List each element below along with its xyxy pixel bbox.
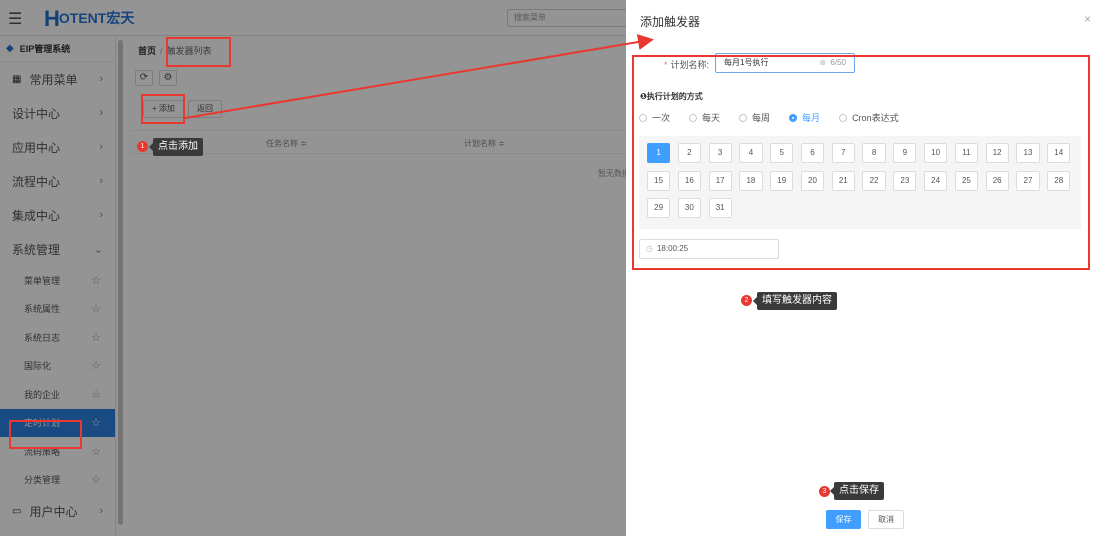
day-option-20[interactable]: 20 xyxy=(800,170,825,191)
save-button[interactable]: 保存 xyxy=(826,510,861,529)
day-option-7[interactable]: 7 xyxy=(831,143,855,163)
clear-icon[interactable]: ⊗ xyxy=(819,54,826,72)
cancel-button[interactable]: 取消 xyxy=(868,510,904,529)
day-option-30[interactable]: 30 xyxy=(677,198,701,218)
day-option-27[interactable]: 27 xyxy=(1016,170,1040,191)
execution-mode-radio-group: 一次 每天 每周 每月 Cron表达式 xyxy=(639,111,918,124)
day-option-24[interactable]: 24 xyxy=(924,170,948,191)
day-option-17[interactable]: 17 xyxy=(708,170,732,191)
day-option-3[interactable]: 3 xyxy=(708,143,732,163)
day-option-14[interactable]: 14 xyxy=(1047,143,1071,163)
day-option-26[interactable]: 26 xyxy=(985,170,1009,191)
day-option-13[interactable]: 13 xyxy=(1016,143,1040,163)
day-option-1[interactable]: 1 xyxy=(647,143,671,163)
day-option-10[interactable]: 10 xyxy=(924,143,948,163)
day-option-25[interactable]: 25 xyxy=(954,170,978,191)
day-option-16[interactable]: 16 xyxy=(677,170,701,191)
day-option-31[interactable]: 31 xyxy=(708,198,732,218)
radio-cron[interactable]: Cron表达式 xyxy=(839,111,899,124)
day-option-11[interactable]: 11 xyxy=(954,143,978,163)
day-option-22[interactable]: 22 xyxy=(862,170,886,191)
modal-overlay[interactable] xyxy=(0,0,626,536)
time-picker-input[interactable]: ◷ 18:00:25 xyxy=(639,239,779,259)
month-day-picker: 1 2 3 4 5 6 7 8 9 10 11 12 13 14 15 16 17 18 19 20 21 22 23 24 2… xyxy=(639,136,1081,229)
close-icon[interactable]: × xyxy=(1084,12,1091,26)
radio-once[interactable]: 一次 xyxy=(639,111,670,124)
step-2-tip: 填写触发器内容 xyxy=(753,292,837,310)
step-2-badge: 2 xyxy=(741,295,752,306)
plan-name-label: * 计划名称: xyxy=(664,60,710,70)
radio-weekly[interactable]: 每周 xyxy=(739,111,770,124)
day-option-19[interactable]: 19 xyxy=(770,170,794,191)
day-option-21[interactable]: 21 xyxy=(831,170,855,191)
plan-name-input[interactable]: 每月1号执行 ⊗ 6/50 xyxy=(715,53,855,73)
day-option-18[interactable]: 18 xyxy=(739,170,763,191)
day-option-15[interactable]: 15 xyxy=(647,170,671,191)
add-trigger-drawer: 添加触发器 × * 计划名称: 每月1号执行 ⊗ 6/50 ❶执行计划的方式 一次… xyxy=(626,0,1107,536)
step-3-tip: 点击保存 xyxy=(830,482,884,500)
clock-icon: ◷ xyxy=(646,244,653,253)
radio-daily[interactable]: 每天 xyxy=(689,111,720,124)
step-1-tip: 点击添加 xyxy=(149,138,203,156)
day-option-23[interactable]: 23 xyxy=(893,170,917,191)
char-count: 6/50 xyxy=(830,58,846,67)
step-3-badge: 3 xyxy=(819,486,830,497)
day-option-12[interactable]: 12 xyxy=(985,143,1009,163)
step-1-badge: 1 xyxy=(137,141,148,152)
day-option-4[interactable]: 4 xyxy=(739,143,763,163)
day-option-28[interactable]: 28 xyxy=(1047,170,1071,191)
day-option-5[interactable]: 5 xyxy=(770,143,794,163)
day-option-6[interactable]: 6 xyxy=(800,143,825,163)
day-option-2[interactable]: 2 xyxy=(677,143,701,163)
radio-monthly[interactable]: 每月 xyxy=(789,111,820,124)
day-option-29[interactable]: 29 xyxy=(647,198,671,218)
execution-mode-title: ❶执行计划的方式 xyxy=(640,92,703,101)
day-option-9[interactable]: 9 xyxy=(893,143,917,163)
drawer-title: 添加触发器 xyxy=(640,15,701,29)
day-option-8[interactable]: 8 xyxy=(862,143,886,163)
